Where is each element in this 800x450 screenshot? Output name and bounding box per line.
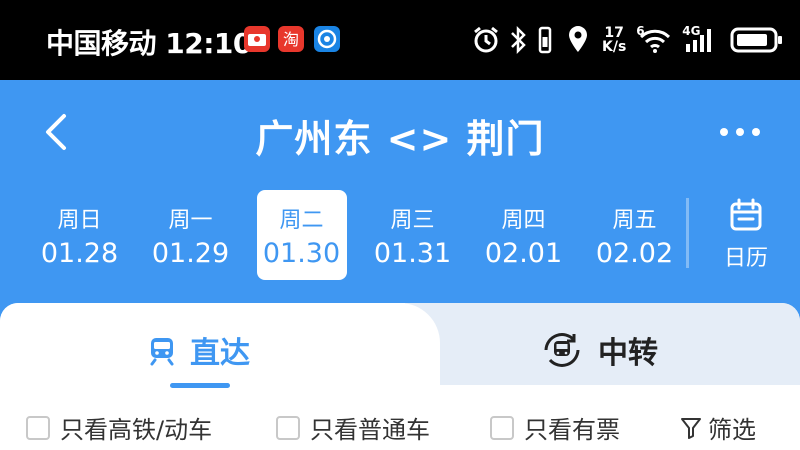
filter-normal-train[interactable]: 只看普通车 <box>276 410 430 445</box>
date-item-selected[interactable]: 周二 01.30 <box>246 190 357 282</box>
date-item[interactable]: 周日 01.28 <box>24 190 135 282</box>
checkbox[interactable] <box>490 415 514 440</box>
tab-transfer[interactable]: 中转 <box>540 320 658 380</box>
carrier-name: 中国移动 <box>46 27 157 60</box>
date-item[interactable]: 周五 02.02 <box>579 190 690 282</box>
funnel-icon <box>681 417 701 439</box>
alarm-icon <box>474 26 498 53</box>
calendar-button[interactable]: 日历 <box>712 198 780 272</box>
date-item[interactable]: 周三 01.31 <box>357 190 468 282</box>
signal-icon: 4G <box>682 24 718 56</box>
active-tab-indicator <box>170 383 230 388</box>
status-carrier-time: 中国移动 12:10 <box>46 22 252 62</box>
filter-high-speed[interactable]: 只看高铁/动车 <box>26 410 212 445</box>
browser-icon <box>314 26 340 52</box>
status-bar: 中国移动 12:10 淘 17 K/s 6 4G <box>0 0 800 80</box>
calendar-label: 日历 <box>723 246 768 271</box>
more-dots-icon <box>720 128 760 136</box>
clock: 12:10 <box>165 27 252 60</box>
page-title: 广州东 <> 荆门 <box>255 117 545 161</box>
header: 广州东 <> 荆门 周日 01.28 周一 01.29 周二 01.30 周三 01.3… <box>0 80 800 305</box>
status-icons: 17 K/s 6 4G <box>470 20 784 60</box>
tab-direct-label: 直达 <box>190 336 250 371</box>
date-selector: 周日 01.28 周一 01.29 周二 01.30 周三 01.31 周四 02.01 … <box>24 190 690 282</box>
wifi-icon: 6 <box>636 24 674 56</box>
filter-available[interactable]: 只看有票 <box>490 410 620 445</box>
svg-text:淘: 淘 <box>283 30 299 49</box>
battery-icon <box>730 27 783 53</box>
tab-direct[interactable]: 直达 <box>146 320 250 380</box>
more-button[interactable] <box>716 120 764 144</box>
red-envelope-icon <box>244 26 270 52</box>
net-speed: 17 K/s <box>602 25 627 55</box>
checkbox[interactable] <box>276 415 300 440</box>
transfer-train-icon <box>544 333 580 367</box>
calendar-icon <box>730 198 762 231</box>
train-icon <box>150 338 174 366</box>
location-icon <box>569 26 587 52</box>
vibrate-icon <box>538 26 552 54</box>
filter-button[interactable]: 筛选 <box>680 410 756 445</box>
checkbox[interactable] <box>26 415 50 440</box>
filter-bar: 只看高铁/动车 只看普通车 只看有票 筛选 <box>0 400 800 450</box>
date-item[interactable]: 周四 02.01 <box>468 190 579 282</box>
date-item[interactable]: 周一 01.29 <box>135 190 246 282</box>
tab-transfer-label: 中转 <box>598 336 658 371</box>
taobao-icon: 淘 <box>278 26 304 52</box>
bluetooth-icon <box>511 25 526 55</box>
divider <box>686 198 689 268</box>
